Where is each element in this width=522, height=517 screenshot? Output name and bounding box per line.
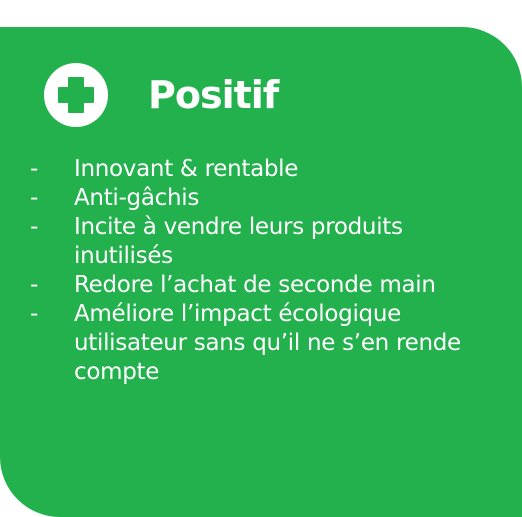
bullet-dash: -	[30, 272, 39, 298]
bullet-dash: -	[30, 156, 39, 182]
list-item: - Améliore l’impact écologique utilisate…	[22, 300, 502, 387]
positif-list: - Innovant & rentable - Anti-gâchis - In…	[22, 155, 502, 387]
positif-card: Positif - Innovant & rentable - Anti-gâc…	[0, 27, 522, 517]
list-item: - Incite à vendre leurs produits inutili…	[22, 213, 502, 271]
list-item: - Innovant & rentable	[22, 155, 502, 184]
bullet-dash: -	[30, 185, 39, 211]
list-item: - Anti-gâchis	[22, 184, 502, 213]
card-header: Positif	[44, 63, 279, 127]
list-item-text: Innovant & rentable	[74, 156, 299, 182]
plus-icon	[44, 63, 108, 127]
list-item-text: Anti-gâchis	[74, 185, 200, 211]
card-title: Positif	[148, 73, 279, 117]
list-item-text: Incite à vendre leurs produits inutilisé…	[74, 214, 403, 269]
bullet-dash: -	[30, 214, 39, 240]
list-item: - Redore l’achat de seconde main	[22, 271, 502, 300]
list-item-text: Améliore l’impact écologique utilisateur…	[74, 301, 461, 385]
bullet-dash: -	[30, 301, 39, 327]
list-item-text: Redore l’achat de seconde main	[74, 272, 436, 298]
